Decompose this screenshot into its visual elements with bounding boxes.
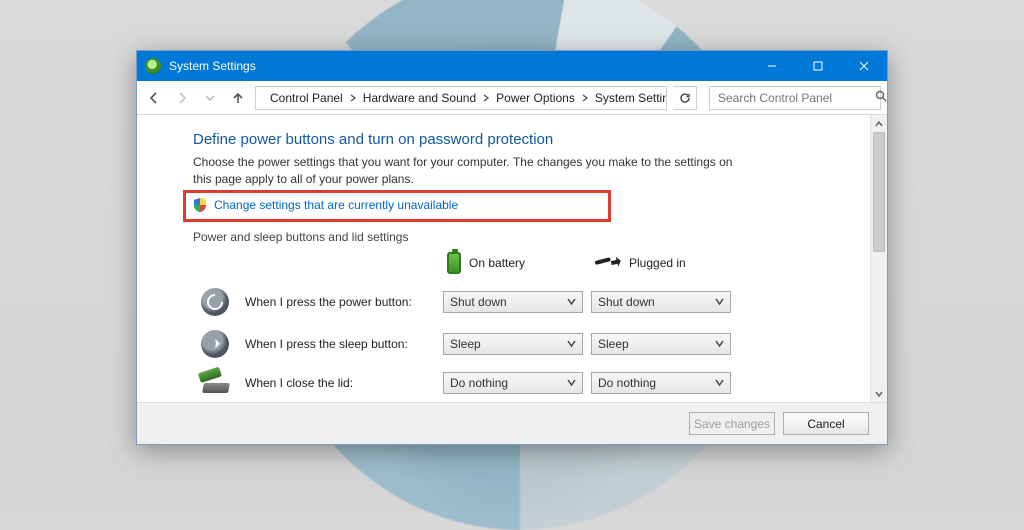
breadcrumb-segment[interactable]: Power Options: [492, 91, 579, 105]
minimize-button[interactable]: [749, 51, 795, 81]
window-title: System Settings: [169, 59, 749, 73]
section-label: Power and sleep buttons and lid settings: [193, 230, 842, 244]
lid-label: When I close the lid:: [245, 376, 435, 390]
search-box[interactable]: [709, 86, 881, 110]
search-input[interactable]: [716, 90, 875, 106]
scroll-down-button[interactable]: [871, 385, 887, 402]
sleep-button-icon: [201, 330, 229, 358]
select-value: Shut down: [598, 295, 655, 309]
save-changes-button[interactable]: Save changes: [689, 412, 775, 435]
annotation-highlight: Change settings that are currently unava…: [183, 190, 611, 222]
address-bar: Control Panel Hardware and Sound Power O…: [137, 81, 887, 115]
scroll-track[interactable]: [871, 132, 887, 385]
close-button[interactable]: [841, 51, 887, 81]
power-button-label: When I press the power button:: [245, 295, 435, 309]
uac-shield-icon: [192, 197, 208, 213]
titlebar[interactable]: System Settings: [137, 51, 887, 81]
chevron-right-icon: [349, 91, 357, 105]
change-unavailable-settings-link[interactable]: Change settings that are currently unava…: [214, 198, 458, 212]
scroll-thumb[interactable]: [873, 132, 885, 252]
system-settings-window: System Settings Control: [136, 50, 888, 445]
breadcrumb[interactable]: Control Panel Hardware and Sound Power O…: [255, 86, 667, 110]
lid-icon: [201, 373, 231, 393]
forward-button[interactable]: [171, 87, 193, 109]
battery-icon: [447, 252, 461, 274]
select-value: Do nothing: [450, 376, 508, 390]
maximize-button[interactable]: [795, 51, 841, 81]
content-area: Define power buttons and turn on passwor…: [137, 115, 887, 402]
sleep-button-label: When I press the sleep button:: [245, 337, 435, 351]
back-button[interactable]: [143, 87, 165, 109]
column-on-battery: On battery: [443, 252, 583, 274]
breadcrumb-segment[interactable]: System Settings: [591, 91, 667, 105]
chevron-right-icon: [581, 91, 589, 105]
select-value: Sleep: [450, 337, 481, 351]
page-description: Choose the power settings that you want …: [193, 154, 753, 188]
column-plugged-in: Plugged in: [591, 256, 731, 270]
sleep-button-battery-select[interactable]: Sleep: [443, 333, 583, 355]
scroll-up-button[interactable]: [871, 115, 887, 132]
power-button-plugged-select[interactable]: Shut down: [591, 291, 731, 313]
search-icon: [875, 90, 887, 105]
column-label: Plugged in: [629, 256, 686, 270]
lid-battery-select[interactable]: Do nothing: [443, 372, 583, 394]
plug-icon: [595, 256, 621, 270]
power-button-icon: [201, 288, 229, 316]
breadcrumb-segment[interactable]: Hardware and Sound: [359, 91, 480, 105]
column-label: On battery: [469, 256, 525, 270]
select-value: Sleep: [598, 337, 629, 351]
window-controls: [749, 51, 887, 81]
dialog-footer: Save changes Cancel: [137, 402, 887, 444]
breadcrumb-segment[interactable]: Control Panel: [266, 91, 347, 105]
refresh-button[interactable]: [673, 86, 697, 110]
chevron-right-icon: [482, 91, 490, 105]
recent-locations-button[interactable]: [199, 87, 221, 109]
up-button[interactable]: [227, 87, 249, 109]
page-heading: Define power buttons and turn on passwor…: [193, 131, 842, 148]
power-button-battery-select[interactable]: Shut down: [443, 291, 583, 313]
lid-plugged-select[interactable]: Do nothing: [591, 372, 731, 394]
cancel-button[interactable]: Cancel: [783, 412, 869, 435]
power-settings-grid: On battery Plugged in When I press the p…: [201, 252, 842, 394]
power-options-icon: [145, 58, 161, 74]
select-value: Do nothing: [598, 376, 656, 390]
main-content: Define power buttons and turn on passwor…: [137, 115, 870, 402]
select-value: Shut down: [450, 295, 507, 309]
vertical-scrollbar[interactable]: [870, 115, 887, 402]
sleep-button-plugged-select[interactable]: Sleep: [591, 333, 731, 355]
